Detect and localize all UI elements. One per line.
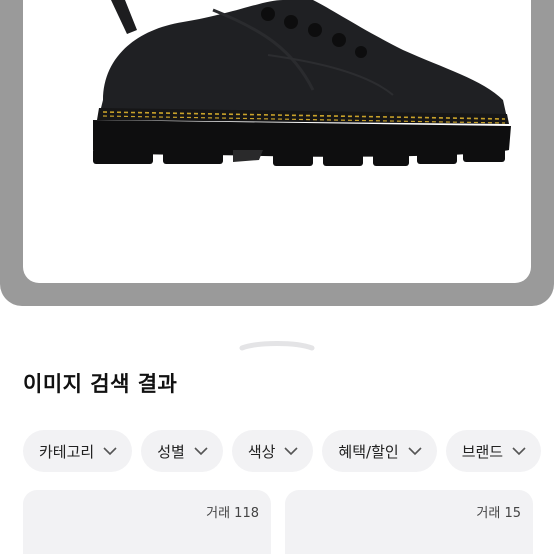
sheet-drag-handle[interactable] [238,338,316,352]
chevron-down-icon [284,447,298,456]
result-grid: 거래 118 거래 15 [23,490,533,554]
filter-chip-gender[interactable]: 성별 [141,430,223,472]
page-title: 이미지 검색 결과 [23,372,178,396]
chevron-down-icon [194,447,208,456]
filter-chip-brand[interactable]: 브랜드 [445,430,542,472]
chevron-down-icon [103,447,117,456]
filter-chip-category[interactable]: 카테고리 [23,430,133,472]
shoe-image [93,0,511,166]
filter-chip-label: 혜택/할인 [338,442,399,461]
filter-chip-discount[interactable]: 혜택/할인 [322,430,437,472]
filter-chip-color[interactable]: 색상 [231,430,314,472]
filter-chip-label: 브랜드 [461,442,504,461]
filter-chip-bar: 카테고리 성별 색상 혜택/할인 브랜드 [23,430,542,472]
query-image-card[interactable] [23,0,531,283]
trade-count: 거래 118 [206,506,259,521]
chevron-down-icon [408,447,422,456]
filter-chip-label: 카테고리 [39,442,95,461]
result-card[interactable]: 거래 118 [23,490,271,554]
result-card[interactable]: 거래 15 [285,490,533,554]
chevron-down-icon [512,447,526,456]
trade-count: 거래 15 [476,506,521,521]
filter-chip-label: 성별 [157,442,185,461]
filter-chip-label: 색상 [247,442,276,461]
